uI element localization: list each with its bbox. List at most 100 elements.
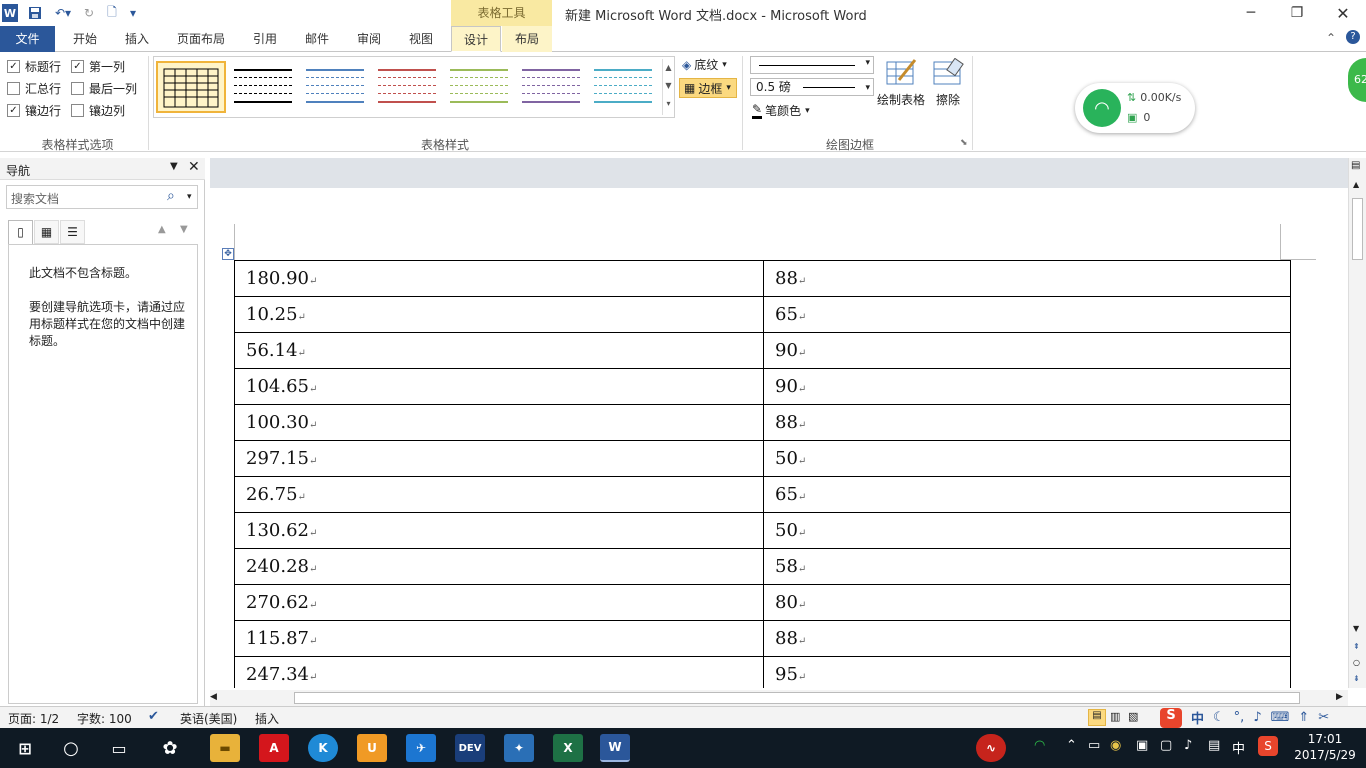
scroll-right-icon[interactable]: ▶ (1336, 692, 1343, 702)
scroll-up-icon[interactable]: ▲ (1353, 180, 1359, 189)
table-cell-score[interactable]: 95↵ (763, 656, 1291, 688)
table-cell-score[interactable]: 80↵ (763, 584, 1291, 621)
wrench-icon[interactable]: ✂ (1318, 710, 1329, 725)
table-cell-value[interactable]: 56.14↵ (234, 332, 764, 369)
network-speed-widget[interactable]: ◠ ⇅ 0.00K/s ▣ 0 (1075, 83, 1195, 133)
table-style-aqua[interactable] (588, 61, 658, 113)
tab-browse-pages[interactable]: ▦ (34, 220, 59, 244)
file-explorer-icon[interactable]: ▬ (210, 734, 240, 762)
tab-mailings[interactable]: 邮件 (294, 26, 340, 52)
table-cell-value[interactable]: 240.28↵ (234, 548, 764, 585)
tab-insert[interactable]: 插入 (114, 26, 160, 52)
dev-app-icon[interactable]: DEV (455, 734, 485, 762)
horizontal-scroll-thumb[interactable] (294, 692, 1300, 704)
app-k-icon[interactable]: K (308, 734, 338, 762)
table-move-handle-icon[interactable]: ✥ (222, 248, 234, 260)
table-cell-score[interactable]: 90↵ (763, 368, 1291, 405)
search-icon[interactable]: ⌕ (167, 188, 175, 204)
search-circle-icon[interactable]: ○ (56, 734, 86, 762)
table-cell-value[interactable]: 297.15↵ (234, 440, 764, 477)
ime-toolbar[interactable]: S 中 ☾ °, ♪ ⌨ ⇑ ✂ (1160, 707, 1350, 728)
tab-design[interactable]: 设计 (451, 26, 501, 52)
tab-file[interactable]: 文件 (0, 26, 55, 52)
table-cell-value[interactable]: 180.90↵ (234, 260, 764, 297)
vertical-scrollbar[interactable]: ▤ ▲ ▼ ⇞ ○ ⇟ (1348, 158, 1366, 688)
table-cell-score[interactable]: 65↵ (763, 296, 1291, 333)
word-taskbar-icon[interactable]: W (600, 734, 630, 762)
horizontal-scrollbar[interactable]: ◀ ▶ (210, 690, 1348, 706)
document-page[interactable]: ✥ 180.90↵ 88↵ 10.25↵ 65↵ 56.14↵ 90↵ 104.65↵ 90↵… (210, 188, 1348, 688)
pulse-app-icon[interactable]: ∿ (976, 734, 1006, 762)
line-style-select[interactable]: ▾ (750, 56, 874, 74)
tab-view[interactable]: 视图 (398, 26, 444, 52)
tab-review[interactable]: 审阅 (346, 26, 392, 52)
compass-app-icon[interactable]: ✦ (504, 734, 534, 762)
table-cell-value[interactable]: 26.75↵ (234, 476, 764, 513)
total-row-checkbox[interactable]: 汇总行 (7, 80, 61, 97)
scroll-down-icon[interactable]: ▼ (1353, 624, 1359, 633)
excel-icon[interactable]: X (553, 734, 583, 762)
tab-browse-results[interactable]: ☰ (60, 220, 85, 244)
security-tray-icon[interactable]: ◉ (1110, 738, 1121, 753)
acrobat-icon[interactable]: A (259, 734, 289, 762)
moon-icon[interactable]: ☾ (1213, 710, 1225, 725)
table-style-blue[interactable] (300, 61, 370, 113)
sogou-tray-icon[interactable]: S (1258, 736, 1278, 756)
table-cell-value[interactable]: 270.62↵ (234, 584, 764, 621)
shading-button[interactable]: ◈ 底纹 ▾ (682, 56, 727, 73)
data-table[interactable]: 180.90↵ 88↵ 10.25↵ 65↵ 56.14↵ 90↵ 104.65↵ 90↵ 10… (234, 260, 1291, 688)
network-icon[interactable]: ▢ (1160, 738, 1172, 753)
action-center-icon[interactable]: ▤ (1208, 738, 1220, 753)
pen-color-button[interactable]: ✎ 笔颜色 ▾ (752, 102, 810, 119)
first-column-checkbox[interactable]: ✓ 第一列 (71, 58, 125, 75)
table-cell-value[interactable]: 115.87↵ (234, 620, 764, 657)
vertical-scroll-thumb[interactable] (1352, 198, 1363, 260)
microphone-icon[interactable]: ♪ (1253, 710, 1261, 725)
table-cell-score[interactable]: 65↵ (763, 476, 1291, 513)
tray-expand-icon[interactable]: ⌃ (1066, 738, 1077, 753)
bird-app-icon[interactable]: ✈ (406, 734, 436, 762)
battery-icon[interactable]: ▭ (1088, 738, 1100, 753)
table-cell-score[interactable]: 88↵ (763, 620, 1291, 657)
table-cell-score[interactable]: 58↵ (763, 548, 1291, 585)
search-input[interactable]: 搜索文档 ⌕ ▾ (6, 185, 198, 209)
volume-icon[interactable]: ♪ (1184, 738, 1192, 753)
chevron-down-icon[interactable]: ▾ (187, 192, 192, 202)
task-view-icon[interactable]: ▭ (104, 734, 134, 762)
floating-badge[interactable]: 62 (1348, 58, 1366, 102)
insert-mode-indicator[interactable]: 插入 (255, 710, 279, 727)
clock[interactable]: 17:01 2017/5/29 (1290, 731, 1360, 763)
close-icon[interactable]: ✕ (188, 159, 200, 175)
wifi-tray-icon[interactable]: ◠ (1034, 738, 1045, 753)
uc-browser-icon[interactable]: U (357, 734, 387, 762)
redo-icon[interactable]: ↻ (80, 4, 98, 22)
line-weight-select[interactable]: 0.5 磅 ▾ (750, 78, 874, 96)
proofing-icon[interactable]: ✔ (148, 709, 159, 724)
punctuation-icon[interactable]: °, (1234, 710, 1245, 725)
restore-button[interactable]: ❐ (1274, 0, 1320, 26)
tab-page-layout[interactable]: 页面布局 (166, 26, 236, 52)
page-indicator[interactable]: 页面: 1/2 (8, 710, 59, 727)
banded-columns-checkbox[interactable]: 镶边列 (71, 102, 125, 119)
table-cell-value[interactable]: 130.62↵ (234, 512, 764, 549)
document-area[interactable]: ✥ 180.90↵ 88↵ 10.25↵ 65↵ 56.14↵ 90↵ 104.65↵ 90↵… (210, 158, 1348, 688)
table-style-green[interactable] (444, 61, 514, 113)
checkbox-box[interactable] (7, 82, 20, 95)
minimize-button[interactable]: ─ (1228, 0, 1274, 26)
nav-menu-icon[interactable]: ▼ (170, 161, 178, 172)
tab-browse-headings[interactable]: ▯ (8, 220, 33, 244)
header-row-checkbox[interactable]: ✓ 标题行 (7, 58, 61, 75)
table-cell-score[interactable]: 50↵ (763, 440, 1291, 477)
app-tray-icon[interactable]: ▣ (1136, 738, 1148, 753)
help-icon[interactable]: ? (1346, 30, 1360, 44)
customize-qat-icon[interactable]: ▾ (126, 4, 140, 22)
table-cell-value[interactable]: 247.34↵ (234, 656, 764, 688)
start-icon[interactable]: ⊞ (10, 734, 40, 762)
table-cell-score[interactable]: 50↵ (763, 512, 1291, 549)
table-style-light-shading[interactable] (228, 61, 298, 113)
gallery-scroll-buttons[interactable]: ▲ ▼ ▾ (662, 59, 674, 115)
save-icon[interactable] (26, 4, 44, 22)
scroll-left-icon[interactable]: ◀ (210, 692, 217, 702)
eraser-button[interactable]: 擦除 (928, 57, 968, 108)
table-style-purple[interactable] (516, 61, 586, 113)
